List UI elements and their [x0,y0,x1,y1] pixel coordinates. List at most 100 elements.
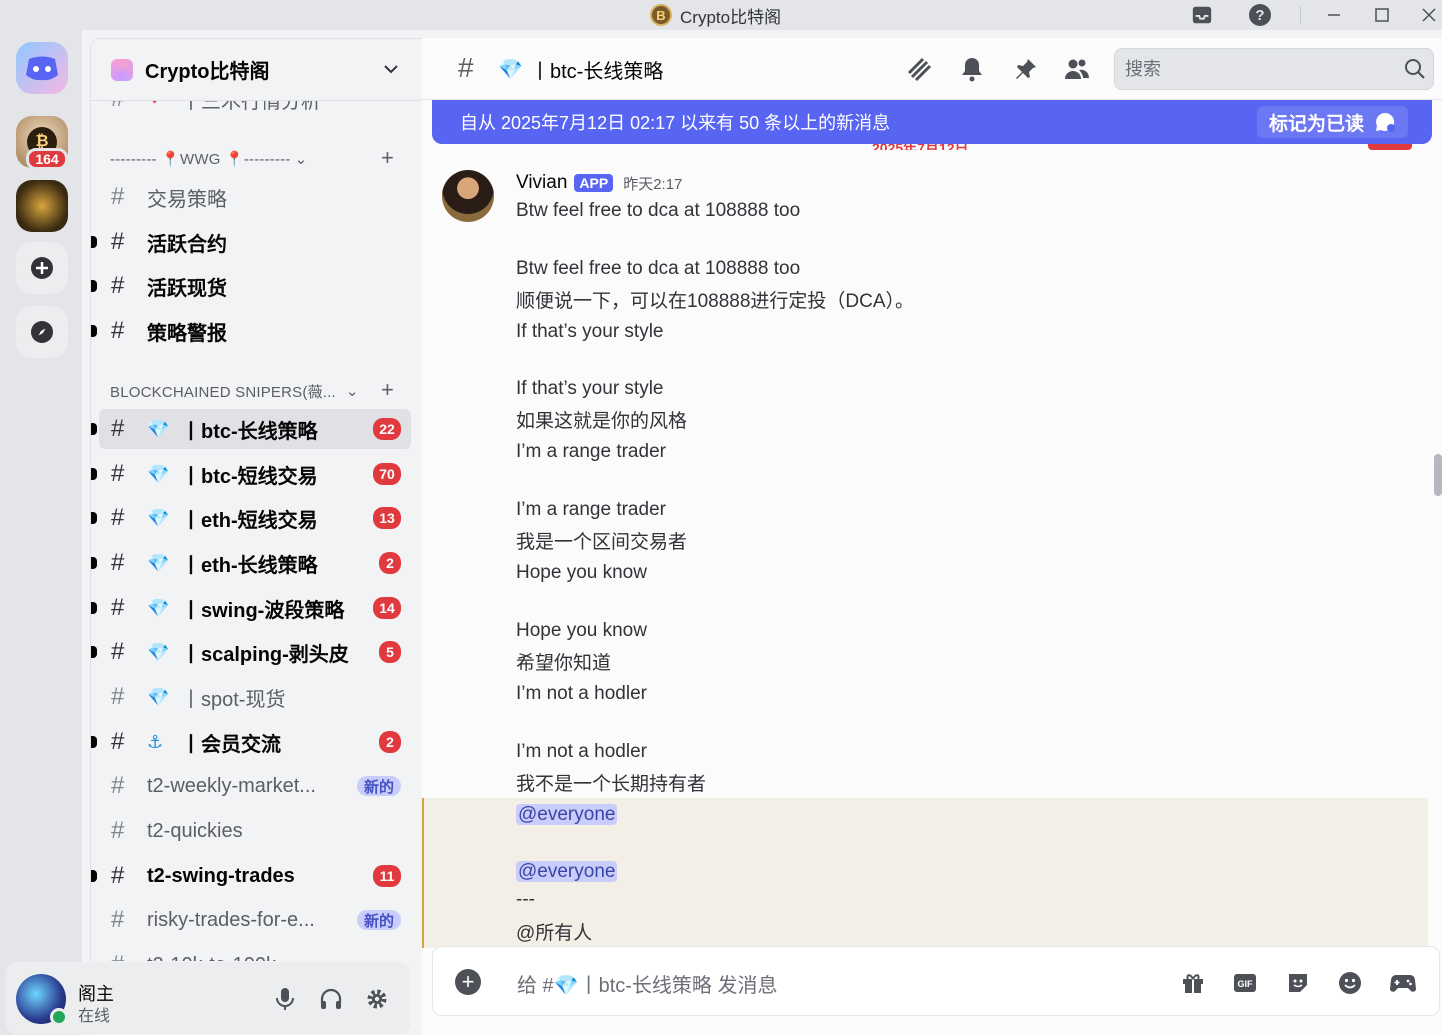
channel-item-partial[interactable]: # ❤ 丨三木行情分析 [99,101,411,119]
channel-item[interactable]: # 活跃合约 [91,222,411,262]
unread-pip [91,423,97,435]
gift-icon[interactable] [1179,969,1207,997]
hash-icon: # [111,101,137,113]
channel-item[interactable]: # 交易策略 [99,177,411,217]
red-heart-icon: ❤ [147,101,169,110]
gif-icon[interactable]: GIF [1231,969,1259,997]
channel-item[interactable]: # t2-quickies [99,811,411,851]
channel-name: t2-swing-trades [147,864,295,887]
channel-item[interactable]: # 活跃现货 [91,266,411,306]
composer-placeholder[interactable]: 给 #💎丨btc-长线策略 发消息 [517,969,778,998]
message-line: Btw feel free to dca at 108888 too [516,200,801,221]
channel-item[interactable]: # t2-weekly-market... 新的 [99,766,411,806]
channel-item[interactable]: # 💎 丨scalping-剥头皮 5 [91,632,411,672]
add-channel-plus-icon[interactable]: + [381,145,394,171]
server-bitcoin-coin-icon[interactable] [16,180,68,232]
unread-pip [91,602,97,614]
sticker-icon[interactable] [1284,969,1312,997]
scrollbar-thumb[interactable] [1434,454,1442,496]
upload-plus-icon[interactable]: + [455,969,481,995]
inbox-icon[interactable] [1190,3,1214,27]
add-server-button[interactable] [16,242,68,294]
member-list-icon[interactable] [1062,54,1092,84]
message-line: If that’s your style [516,378,664,399]
close-icon[interactable] [1417,3,1441,27]
mention-count-badge: 22 [373,418,401,440]
message-line: Hope you know [516,620,647,641]
help-icon[interactable]: ? [1248,3,1272,27]
hash-icon: # [111,906,125,933]
threads-icon[interactable] [904,54,934,84]
hash-icon: # [111,683,125,710]
message-line: I’m a range trader [516,441,666,462]
gem-icon: 💎 [147,463,170,484]
mention-count-badge: 2 [379,731,401,753]
emoji-icon[interactable] [1336,969,1364,997]
headphones-icon[interactable] [318,986,344,1012]
maximize-icon[interactable] [1370,3,1394,27]
minimize-icon[interactable] [1322,3,1346,27]
unread-pip [91,512,97,524]
window-title: Crypto比特阁 [680,7,782,27]
mention-count-badge: 70 [373,463,401,485]
gear-icon[interactable] [364,986,390,1012]
author-name[interactable]: Vivian [516,172,567,194]
channel-item[interactable]: # 💎 丨spot-现货 [99,677,411,717]
mark-as-read-label: 标记为已读 [1268,113,1364,135]
new-messages-bar[interactable]: 自从 2025年7月12日 02:17 以来有 50 条以上的新消息 标记为已读 [432,100,1432,144]
gem-icon: 💎 [147,597,170,618]
hash-icon: # [111,228,125,255]
gem-icon: 💎 [147,507,170,528]
add-channel-plus-icon[interactable]: + [381,377,394,403]
channel-name: 丨spot-现货 [181,688,286,711]
gem-icon: 💎 [147,641,170,662]
server-crypto-icon[interactable]: ₿ 164 [16,116,68,170]
channel-name: 丨会员交流 [181,733,281,756]
message-composer[interactable]: + 给 #💎丨btc-长线策略 发消息 GIF [432,946,1440,1016]
discord-logo-icon [26,56,58,81]
microphone-icon[interactable] [272,986,298,1012]
unread-pip [91,646,97,658]
mark-as-read-button[interactable]: 标记为已读 [1256,106,1408,138]
message-line: I’m not a hodler [516,683,647,704]
window-title-group: B Crypto比特阁 [650,4,782,27]
channel-item[interactable]: # t2-swing-trades 11 [91,856,411,896]
channel-item[interactable]: # 💎 丨eth-短线交易 13 [91,498,411,538]
channel-item[interactable]: # 💎 丨btc-短线交易 70 [91,454,411,494]
discover-button[interactable] [16,306,68,358]
hash-icon: # [111,549,125,576]
bell-icon[interactable] [957,54,987,84]
everyone-mention[interactable]: @everyone [516,861,618,882]
new-badge: 新的 [356,776,401,796]
game-controller-icon[interactable] [1389,969,1417,997]
search-box[interactable] [1114,48,1434,90]
app-logo-icon: B [650,4,672,26]
chevron-down-icon[interactable] [381,59,401,79]
category-wwg[interactable]: --------- 📍WWG 📍--------- ⌄ [110,149,307,169]
unread-pip [91,468,97,480]
home-button[interactable] [16,42,68,94]
channel-item[interactable]: # ⚓ 丨会员交流 2 [91,722,411,762]
pin-icon[interactable] [1011,54,1041,84]
chevron-down-icon: ⌄ [294,151,308,168]
search-icon[interactable] [1403,57,1427,81]
channel-item-partial[interactable]: # t2-10k-to-100k [99,945,411,961]
everyone-mention[interactable]: @everyone [516,804,618,825]
channel-item[interactable]: # 💎 丨eth-长线策略 2 [91,543,411,583]
unread-pip [91,870,97,882]
guild-header[interactable]: Crypto比特阁 [91,39,422,101]
category-blockchained-snipers[interactable]: BLOCKCHAINED SNIPERS(薇... ⌄ [110,381,359,401]
category-label: BLOCKCHAINED SNIPERS(薇... [110,383,336,401]
hash-icon: # [111,415,125,442]
chat-bubble-check-icon [1376,112,1395,132]
search-input[interactable] [1125,57,1395,81]
channel-item-selected[interactable]: # 💎 丨btc-长线策略 22 [91,409,411,449]
hash-icon: # [111,317,125,344]
channel-name: 交易策略 [147,188,227,211]
channel-item[interactable]: # 策略警报 [91,311,411,351]
author-avatar[interactable] [442,170,494,222]
title-bar: B Crypto比特阁 ? [0,0,1442,30]
channel-item[interactable]: # risky-trades-for-e... 新的 [99,900,411,940]
unread-pip [91,280,97,292]
channel-item[interactable]: # 💎 丨swing-波段策略 14 [91,588,411,628]
